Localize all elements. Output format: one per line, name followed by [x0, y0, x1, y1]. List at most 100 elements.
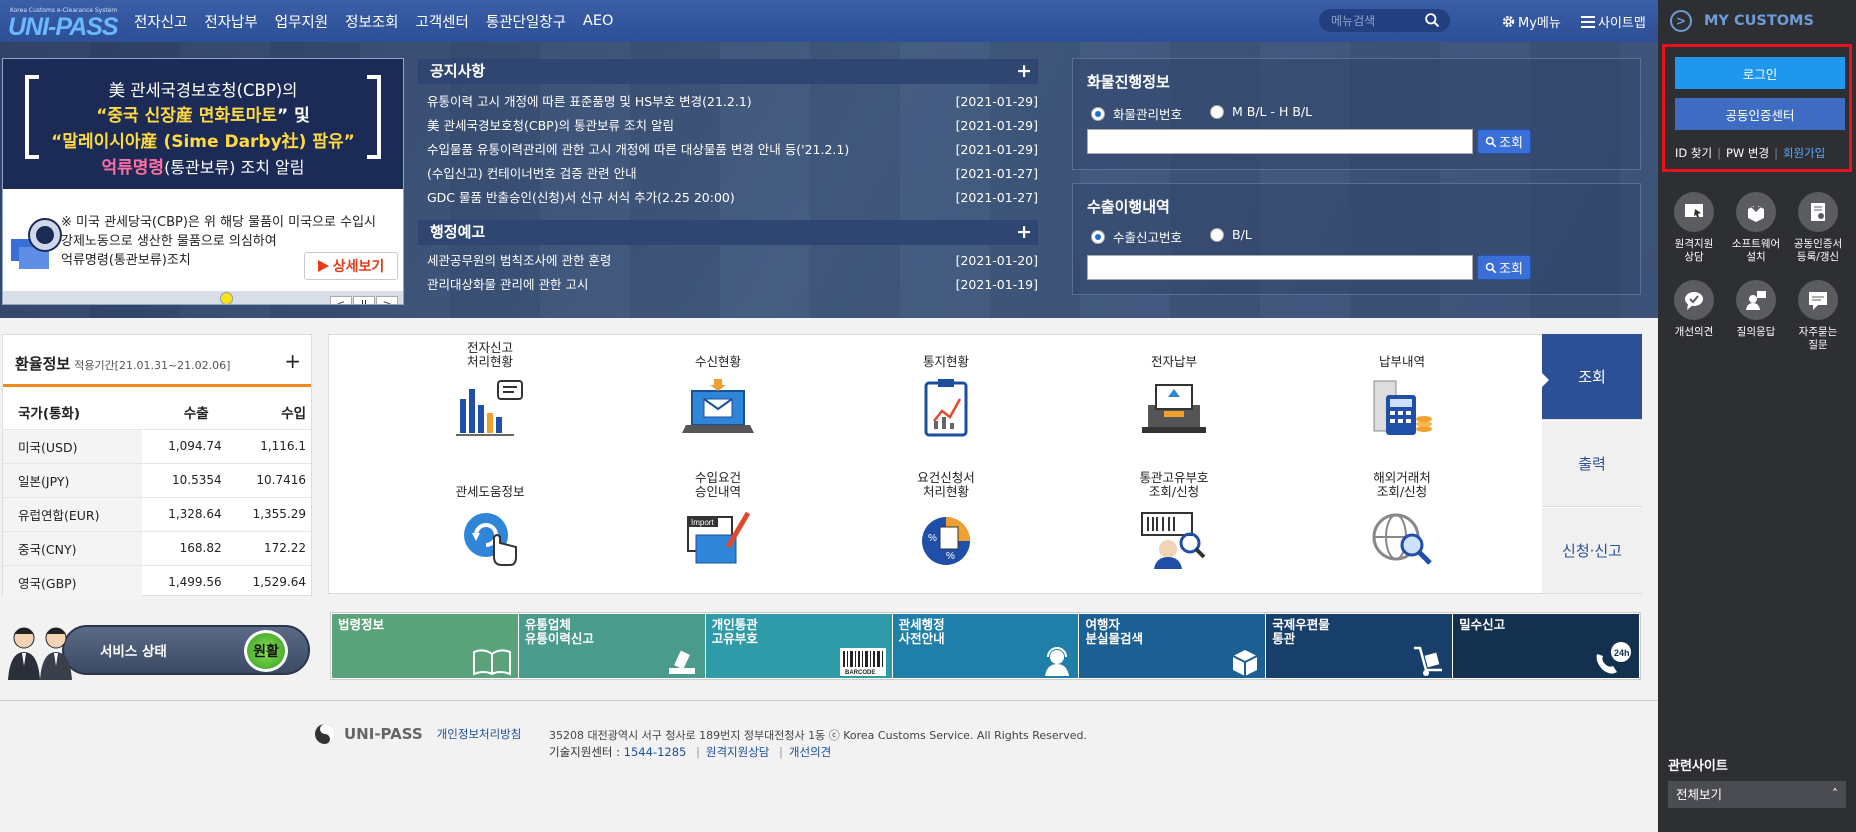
sitemap-label: 사이트맵 — [1598, 16, 1646, 31]
notice-item[interactable]: 유통이력 고시 개정에 따른 표준품명 및 HS부호 변경(21.2.1) [20… — [418, 90, 1038, 114]
banner-next-button[interactable]: > — [376, 296, 398, 304]
privacy-policy-link[interactable]: 개인정보처리방침 — [437, 726, 522, 742]
admin-notice-more-button[interactable]: + — [1016, 220, 1032, 245]
exchange-more-button[interactable]: + — [284, 349, 301, 373]
my-menu-button[interactable]: My메뉴 — [1501, 12, 1561, 31]
my-customs-panel: > MY CUSTOMS 로그인 공동인증센터 ID 찾기 | PW 변경 | 회원가입… — [1658, 0, 1856, 832]
service-grid: 전자신고 처리현황 수신현황 통지현황 전자납부 납부내역 관세도움정보 수입요… — [328, 334, 1642, 594]
import-rate: 1,355.29 — [226, 496, 311, 531]
quick-link-intl-mail-customs[interactable]: 국제우편물 통관 — [1266, 614, 1453, 678]
nav-single-window[interactable]: 통관단일창구 — [486, 11, 566, 32]
related-sites-select[interactable]: 전체보기 ˄ — [1668, 781, 1846, 808]
related-sites-title: 관련사이트 — [1668, 759, 1728, 774]
admin-notice-item[interactable]: 세관공무원의 범칙조사에 관한 훈령 [2021-01-20] — [418, 249, 1038, 273]
chevron-right-icon[interactable]: > — [1670, 10, 1692, 32]
remote-support-link[interactable]: 원격지원상담 — [706, 745, 769, 759]
laptop-mail-icon — [682, 379, 754, 433]
service-tabs: 조회 출력 신청·신고 — [1541, 334, 1642, 594]
shortcut-qna[interactable]: 질의응답 — [1726, 280, 1786, 339]
service-notification-status[interactable]: 통지현황 — [871, 341, 1021, 461]
quick-link-distribution-report[interactable]: 유통업체 유통이력신고 — [518, 614, 705, 678]
tab-lookup[interactable]: 조회 — [1541, 334, 1642, 420]
shortcut-feedback[interactable]: 개선의견 — [1664, 280, 1724, 339]
quick-link-label: 밀수신고 — [1459, 617, 1506, 632]
notice-more-button[interactable]: + — [1016, 59, 1032, 84]
shortcut-software-install[interactable]: 소프트웨어 설치 — [1726, 192, 1786, 264]
service-e-payment[interactable]: 전자납부 — [1099, 341, 1249, 461]
shortcut-label: 질의응답 — [1736, 326, 1776, 338]
quick-links: 법령정보 유통업체 유통이력신고 개인통관 고유부호 BARCODE 관세행정 … — [330, 612, 1641, 680]
service-requirement-application-status[interactable]: 요건신청서 처리현황 %% — [871, 471, 1021, 591]
import-rate: 10.7416 — [226, 462, 311, 497]
banner-indicator-dot[interactable] — [220, 292, 233, 304]
tab-application[interactable]: 신청·신고 — [1542, 508, 1642, 594]
cert-center-button[interactable]: 공동인증센터 — [1675, 98, 1845, 130]
export-radio-bl[interactable]: B/L — [1210, 227, 1252, 242]
signup-link[interactable]: 회원가입 — [1783, 146, 1825, 160]
shortcut-remote-support[interactable]: 원격지원 상담 — [1664, 192, 1724, 264]
login-box: 로그인 공동인증센터 ID 찾기 | PW 변경 | 회원가입 — [1662, 44, 1852, 172]
nav-e-payment[interactable]: 전자납부 — [204, 11, 257, 32]
shortcut-faq[interactable]: 자주묻는 질문 — [1788, 280, 1848, 352]
change-pw-link[interactable]: PW 변경 — [1726, 146, 1769, 160]
export-search-button[interactable]: 조회 — [1477, 255, 1531, 280]
nav-business-support[interactable]: 업무지원 — [275, 11, 328, 32]
banner-line-3-text: “말레이시아産 (Sime Darby社) 팜유” — [51, 132, 355, 152]
cargo-search-button[interactable]: 조회 — [1477, 129, 1531, 154]
quick-link-admin-guidance[interactable]: 관세행정 사전안내 — [892, 614, 1079, 678]
admin-notice-item[interactable]: 관리대상화물 관리에 관한 고시 [2021-01-19] — [418, 273, 1038, 297]
quick-link-label: 여행자 분실물검색 — [1085, 617, 1143, 646]
service-payment-history[interactable]: 납부내역 — [1327, 341, 1477, 461]
banner-pause-button[interactable]: II — [353, 296, 375, 304]
banner-more-button[interactable]: 상세보기 — [304, 252, 398, 280]
notice-item[interactable]: GDC 물품 반출승인(신청)서 신규 서식 추가(2.25 20:00) [20… — [418, 186, 1038, 210]
quick-link-smuggling-report[interactable]: 밀수신고 24h — [1453, 614, 1640, 678]
radio-selected-icon — [1091, 229, 1105, 244]
export-number-input[interactable] — [1087, 255, 1473, 280]
export-radio-decl-no[interactable]: 수출신고번호 — [1091, 227, 1182, 246]
quick-link-lost-item-search[interactable]: 여행자 분실물검색 — [1079, 614, 1266, 678]
service-overseas-partner-lookup[interactable]: 해외거래처 조회/신청 — [1327, 471, 1477, 591]
service-e-declaration-status[interactable]: 전자신고 처리현황 — [415, 341, 565, 461]
service-import-requirements[interactable]: 수입요건 승인내역 Import — [643, 471, 793, 591]
login-button[interactable]: 로그인 — [1675, 57, 1845, 89]
menu-search-input[interactable] — [1331, 12, 1421, 29]
quick-link-personal-customs-code[interactable]: 개인통관 고유부호 BARCODE — [705, 614, 892, 678]
export-title: 수출이행내역 — [1087, 198, 1170, 216]
cargo-number-input[interactable] — [1087, 129, 1473, 154]
notice-banner[interactable]: 美 관세국경보호청(CBP)의 “중국 신장産 면화토마토” 및 “말레이시아産… — [2, 58, 404, 305]
notice-item[interactable]: (수입신고) 컨테이너번호 검증 관련 안내 [2021-01-27] — [418, 162, 1038, 186]
nav-aeo[interactable]: AEO — [583, 13, 614, 29]
cargo-radio-bl[interactable]: M B/L - H B/L — [1210, 104, 1312, 119]
book-icon — [472, 649, 511, 676]
radio-unselected-icon — [1210, 104, 1224, 119]
feedback-link[interactable]: 개선의견 — [789, 745, 831, 759]
banner-prev-button[interactable]: < — [330, 296, 352, 304]
stamp-icon — [668, 650, 695, 674]
admin-notice-title: 행정예고 — [430, 223, 486, 241]
service-customs-code-lookup[interactable]: 통관고유부호 조회/신청 — [1099, 471, 1249, 591]
service-tariff-help[interactable]: 관세도움정보 — [415, 471, 565, 591]
nav-customer-center[interactable]: 고객센터 — [416, 11, 469, 32]
banner-more-label: 상세보기 — [332, 259, 385, 275]
exchange-table: 국가(통화) 수출 수입 미국(USD) 1,094.74 1,116.1 일본(J… — [3, 395, 311, 599]
notice-item[interactable]: 美 관세국경보호청(CBP)의 통관보류 조치 알림 [2021-01-29] — [418, 114, 1038, 138]
shortcut-cert-register[interactable]: 공동인증서 등록/갱신 — [1788, 192, 1848, 264]
cargo-radio-mgmt-no[interactable]: 화물관리번호 — [1091, 104, 1182, 123]
banner-line-4: 억류명령(통관보류) 조치 알림 — [3, 153, 403, 178]
find-id-link[interactable]: ID 찾기 — [1675, 146, 1712, 160]
admin-notice-item-text: 관리대상화물 관리에 관한 고시 — [427, 277, 589, 292]
service-received-status[interactable]: 수신현황 — [643, 341, 793, 461]
sitemap-button[interactable]: 사이트맵 — [1581, 12, 1646, 31]
notice-item[interactable]: 수입물품 유통이력관리에 관한 고시 개정에 따른 대상물품 변경 안내 등('… — [418, 138, 1038, 162]
nav-e-declaration[interactable]: 전자신고 — [134, 11, 187, 32]
nav-info-lookup[interactable]: 정보조회 — [345, 11, 398, 32]
unipass-logo[interactable]: Korea Customs e-Clearance System UNI-PAS… — [4, 4, 119, 41]
cargo-tracking-box: 화물진행정보 화물관리번호 M B/L - H B/L 조회 — [1072, 58, 1641, 170]
tab-print[interactable]: 출력 — [1542, 421, 1642, 507]
svg-text:%: % — [928, 533, 937, 544]
footer-separator: | — [779, 745, 783, 759]
quick-link-law-info[interactable]: 법령정보 — [332, 614, 518, 678]
search-icon[interactable] — [1424, 12, 1441, 29]
tech-phone[interactable]: 1544-1285 — [624, 745, 687, 759]
